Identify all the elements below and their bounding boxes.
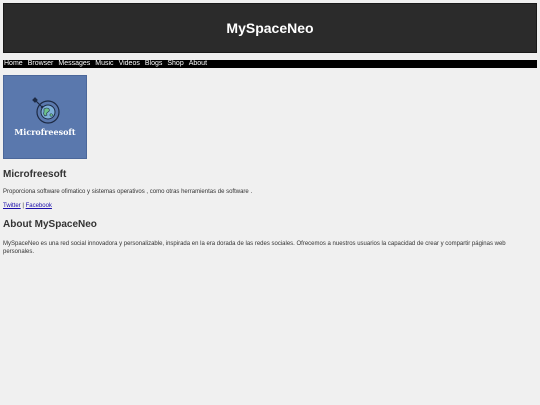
nav-item-browser[interactable]: Browser [28,60,54,68]
profile-image: Microfreesoft [3,75,87,159]
about-heading: About MySpaceNeo [3,219,97,230]
nav-item-messages[interactable]: Messages [58,60,90,68]
profile-name: Microfreesoft [3,169,67,180]
profile-image-label: Microfreesoft [14,127,76,137]
about-text: MySpaceNeo es una red social innovadora … [3,241,506,255]
nav-item-videos[interactable]: Videos [119,60,140,68]
nav-item-music[interactable]: Music [95,60,113,68]
globe-satellite-icon [32,97,60,124]
site-title: MySpaceNeo [226,20,314,36]
site-header: MySpaceNeo [3,3,537,53]
main-nav: Home Browser Messages Music Videos Blogs… [3,60,537,68]
nav-item-about[interactable]: About [189,60,207,68]
twitter-link[interactable]: Twitter [3,203,21,209]
social-links: Twitter | Facebook [3,203,52,209]
nav-item-shop[interactable]: Shop [167,60,183,68]
profile-description: Proporciona software ofimatico y sistema… [3,189,253,195]
nav-item-blogs[interactable]: Blogs [145,60,163,68]
facebook-link[interactable]: Facebook [26,203,52,209]
nav-item-home[interactable]: Home [4,60,23,68]
